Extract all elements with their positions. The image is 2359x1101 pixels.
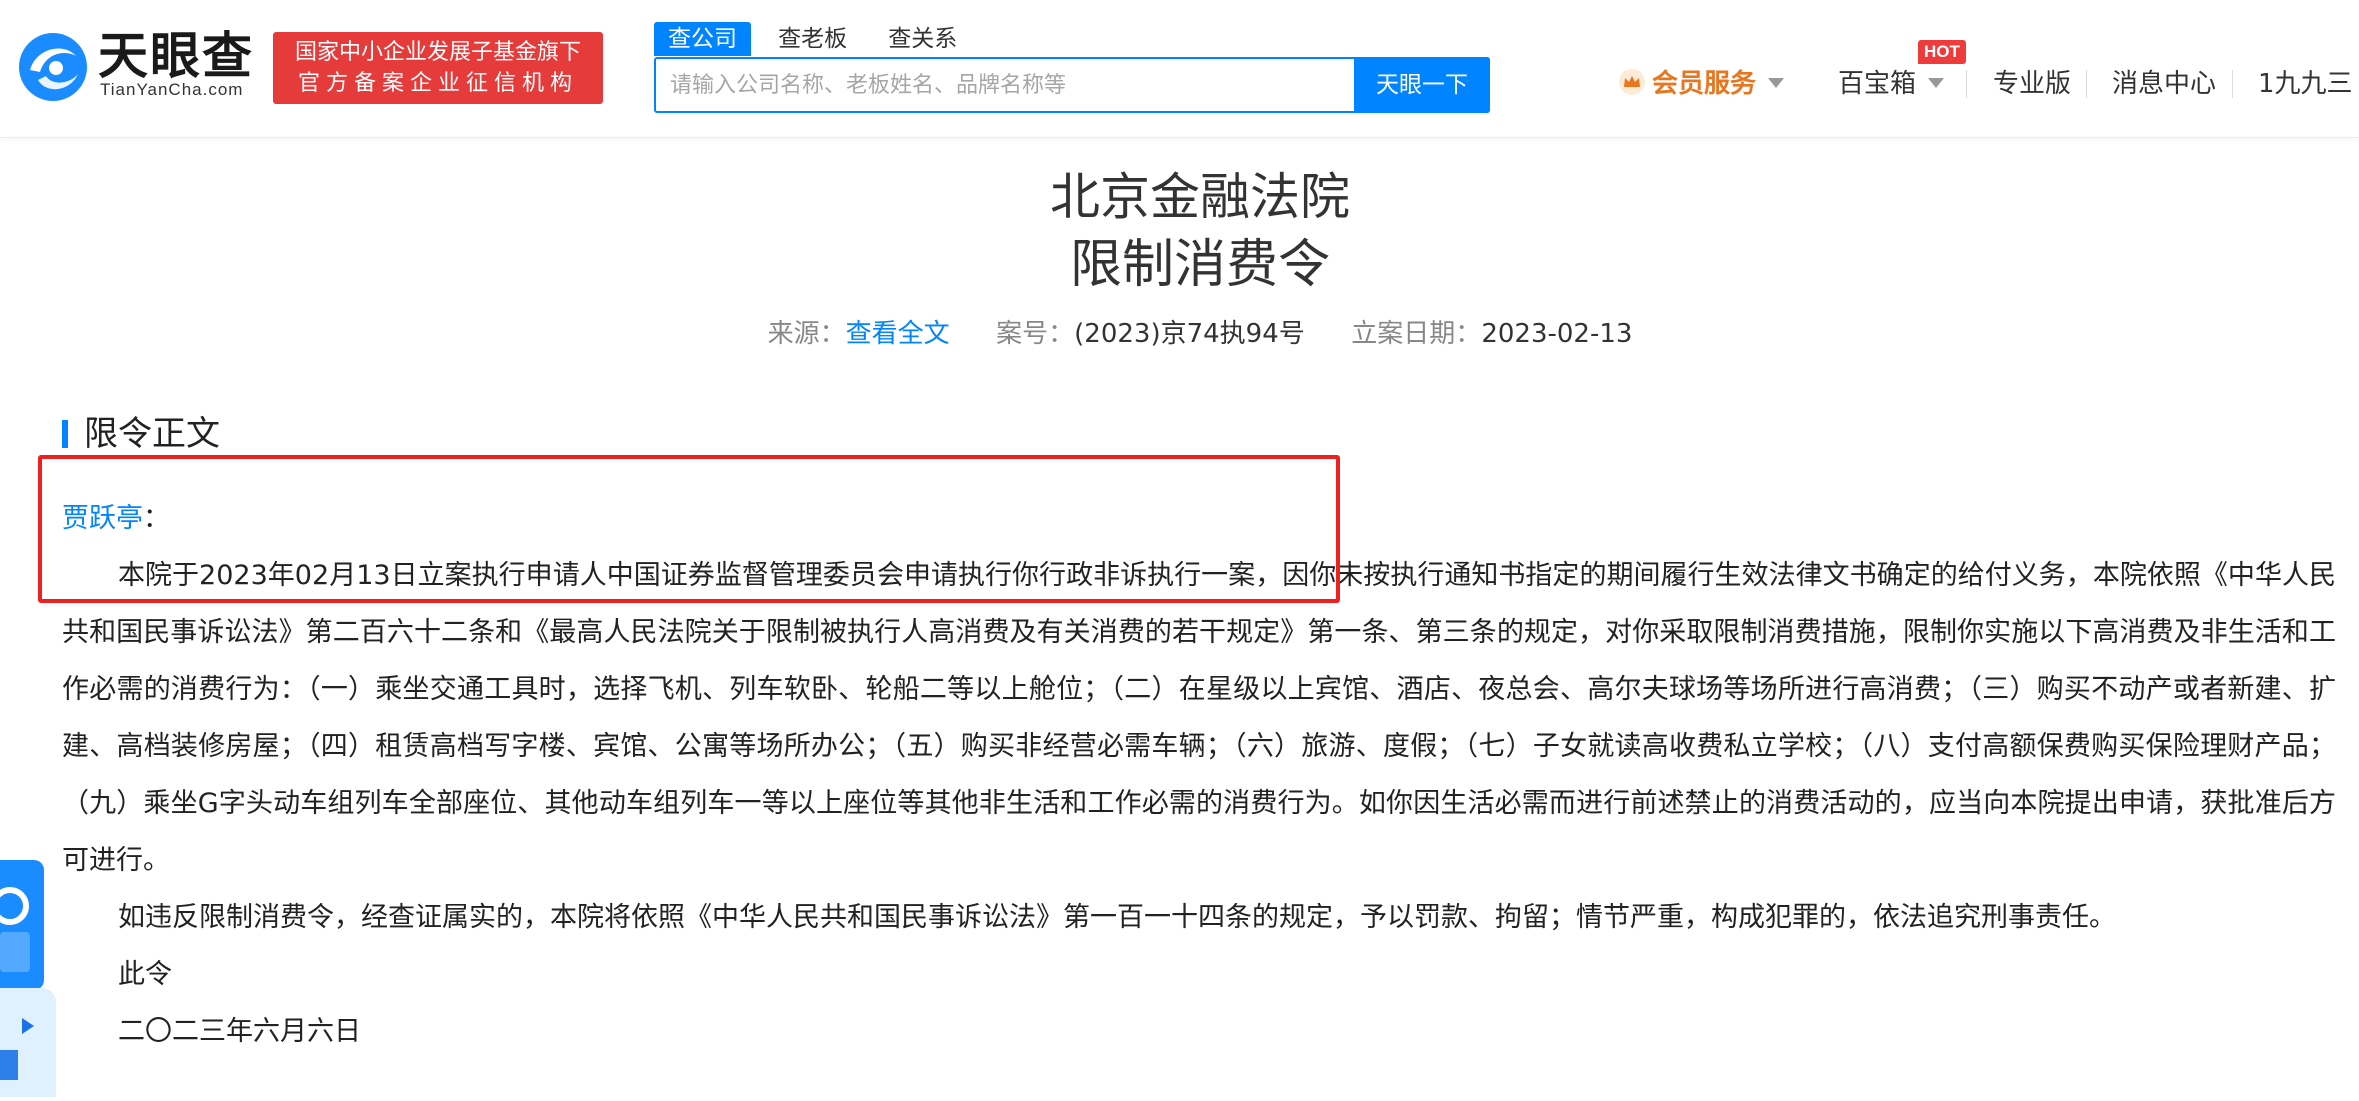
case-number: (2023)京74执94号 xyxy=(1074,319,1305,349)
toolbox-label: 百宝箱 xyxy=(1838,69,1917,99)
floating-service-widget[interactable] xyxy=(0,860,56,1097)
nav-divider xyxy=(1966,70,1967,98)
view-full-text-link[interactable]: 查看全文 xyxy=(846,319,950,349)
service-app-icon xyxy=(0,887,30,972)
tianyancha-logo-icon[interactable] xyxy=(16,30,90,104)
search-box: 天眼一下 xyxy=(654,57,1490,113)
logo-subtitle: TianYanCha.com xyxy=(100,80,244,99)
order-paragraph-2: 如违反限制消费令，经查证属实的，本院将依照《中华人民共和国民事诉讼法》第一百一十… xyxy=(118,902,2116,933)
play-icon xyxy=(0,1018,34,1080)
toolbox-menu[interactable]: 百宝箱 xyxy=(1838,64,1945,104)
message-center-link[interactable]: 消息中心 xyxy=(2112,64,2216,104)
widget-top xyxy=(0,860,44,990)
crown-icon xyxy=(1619,69,1645,95)
nav-divider xyxy=(2232,70,2233,98)
vip-service-menu[interactable]: 会员服务 xyxy=(1618,64,1785,104)
search-tabs: 查公司 查老板 查关系 xyxy=(654,22,979,56)
chevron-down-icon xyxy=(1928,78,1945,88)
search-button[interactable]: 天眼一下 xyxy=(1354,57,1490,113)
credential-banner: 国家中小企业发展子基金旗下 官方备案企业征信机构 xyxy=(273,32,603,104)
section-title: 限令正文 xyxy=(84,414,220,454)
widget-bottom xyxy=(0,988,56,1097)
nav-divider xyxy=(2086,70,2087,98)
top-header: 天眼查 TianYanCha.com 国家中小企业发展子基金旗下 官方备案企业征… xyxy=(0,0,2359,138)
banner-line-2: 官方备案企业征信机构 xyxy=(297,71,578,96)
user-account-link[interactable]: 1九九三 xyxy=(2258,64,2353,104)
highlight-box xyxy=(38,455,1340,603)
case-number-label: 案号： xyxy=(996,319,1075,349)
closing-line: 此令 xyxy=(118,959,172,990)
document-title: 限制消费令 xyxy=(1069,235,1330,295)
signature-date: 二〇二三年六月六日 xyxy=(118,1016,361,1047)
court-name: 北京金融法院 xyxy=(1050,168,1350,226)
tab-boss[interactable]: 查老板 xyxy=(764,22,861,56)
vip-service-label: 会员服务 xyxy=(1652,69,1757,99)
filing-date-label: 立案日期： xyxy=(1351,319,1482,349)
tab-relation[interactable]: 查关系 xyxy=(874,22,971,56)
hot-badge: HOT xyxy=(1918,40,1966,64)
document-meta: 来源：查看全文 案号：(2023)京74执94号 立案日期：2023-02-13 xyxy=(0,316,2359,352)
source-label: 来源： xyxy=(767,319,846,349)
pro-version-link[interactable]: 专业版 xyxy=(1993,64,2071,104)
tab-company[interactable]: 查公司 xyxy=(654,22,751,56)
chevron-down-icon xyxy=(1768,78,1785,88)
logo-title[interactable]: 天眼查 xyxy=(98,28,254,84)
search-input[interactable] xyxy=(656,59,1356,111)
filing-date: 2023-02-13 xyxy=(1481,319,1633,349)
banner-line-1: 国家中小企业发展子基金旗下 xyxy=(294,40,581,65)
